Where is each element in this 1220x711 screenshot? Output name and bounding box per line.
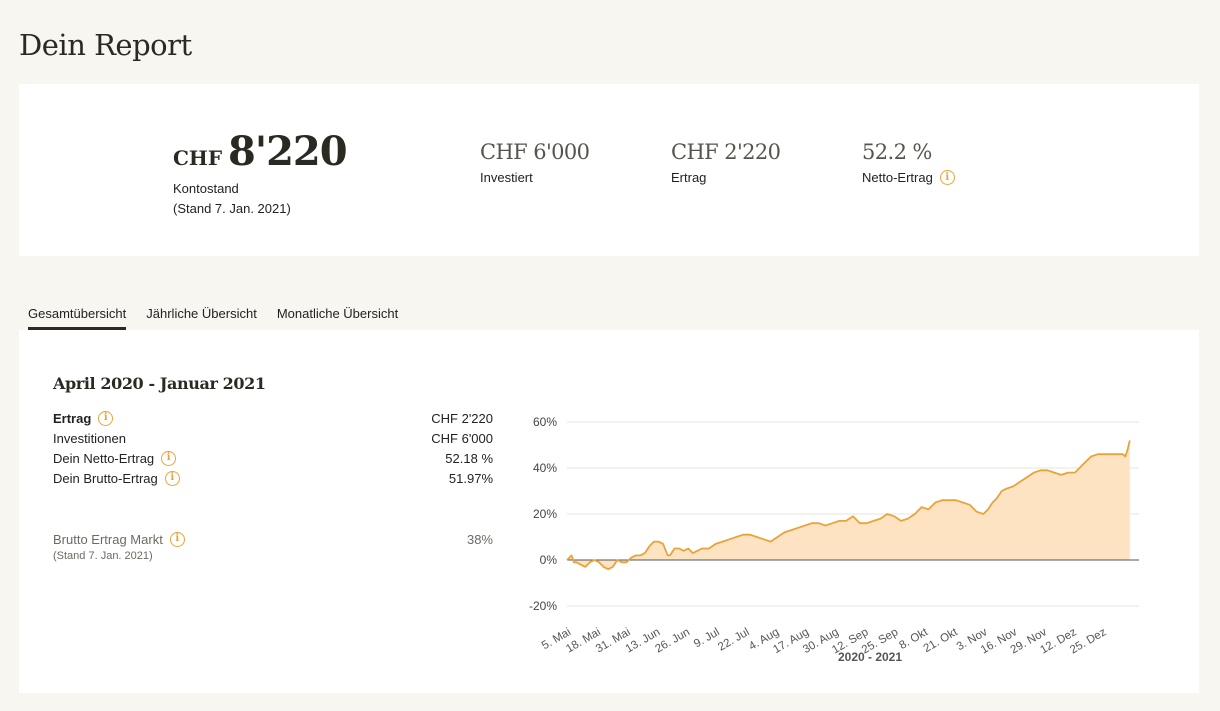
info-icon[interactable]: i	[98, 410, 114, 426]
stat-value: CHF 6'000	[431, 430, 493, 446]
stat-label: Dein Brutto-Ertrag	[53, 470, 158, 486]
invested-label: Investiert	[480, 170, 533, 185]
net-return-label: Netto-Ertrag	[862, 170, 933, 185]
period-title: April 2020 - Januar 2021	[53, 374, 266, 393]
market-label: Brutto Ertrag Markt	[53, 531, 163, 547]
market-date: (Stand 7. Jan. 2021)	[53, 550, 153, 562]
market-return: Brutto Ertrag Markt i 38% (Stand 7. Jan. …	[53, 529, 493, 562]
stat-row-investments: Investitionen CHF 6'000	[53, 428, 493, 448]
tab-monthly[interactable]: Monatliche Übersicht	[277, 306, 398, 331]
invested-kpi: CHF 6'000 Investiert	[480, 140, 590, 185]
x-tick-label: 26. Jun	[653, 626, 692, 655]
info-icon[interactable]: i	[161, 450, 177, 466]
summary-card: CHF 8'220 Kontostand (Stand 7. Jan. 2021…	[19, 84, 1199, 256]
market-value: 38%	[466, 531, 493, 547]
x-tick-label: 22. Jul	[716, 626, 751, 653]
y-tick-label: -20%	[529, 599, 557, 613]
stat-label: Investitionen	[53, 430, 126, 446]
account-balance: CHF 8'220 Kontostand (Stand 7. Jan. 2021…	[173, 128, 348, 219]
balance-date: (Stand 7. Jan. 2021)	[173, 201, 291, 216]
y-tick-label: 40%	[533, 461, 557, 475]
balance-currency: CHF	[173, 146, 223, 170]
stat-label: Dein Netto-Ertrag	[53, 450, 155, 466]
x-axis-title: 2020 - 2021	[838, 650, 902, 664]
invested-value: CHF 6'000	[480, 140, 590, 164]
info-icon[interactable]: i	[169, 531, 185, 547]
area-fill	[567, 440, 1130, 570]
report-tabs: Gesamtübersicht Jährliche Übersicht Mona…	[28, 306, 418, 331]
earnings-label: Ertrag	[671, 170, 707, 185]
info-icon[interactable]: i	[164, 470, 180, 486]
stats-list: Ertrag i CHF 2'220 Investitionen CHF 6'00…	[53, 408, 493, 488]
net-return-value: 52.2 %	[862, 140, 932, 164]
y-tick-label: 0%	[540, 553, 558, 567]
y-tick-label: 20%	[533, 507, 557, 521]
earnings-kpi: CHF 2'220 Ertrag	[671, 140, 781, 185]
tab-yearly[interactable]: Jährliche Übersicht	[146, 306, 257, 331]
x-tick-label: 21. Okt	[922, 626, 961, 655]
tab-overall[interactable]: Gesamtübersicht	[28, 306, 127, 331]
page-title: Dein Report	[19, 28, 192, 62]
earnings-value: CHF 2'220	[671, 140, 781, 164]
info-icon[interactable]: i	[939, 170, 955, 185]
stat-value: CHF 2'220	[431, 410, 493, 426]
stat-label: Ertrag	[53, 410, 92, 426]
y-tick-label: 60%	[533, 415, 557, 429]
stat-value: 51.97%	[448, 470, 493, 486]
stat-row-earnings: Ertrag i CHF 2'220	[53, 408, 493, 428]
stat-row-gross-return: Dein Brutto-Ertrag i 51.97%	[53, 468, 493, 488]
net-return-kpi: 52.2 % Netto-Ertrag i	[862, 140, 955, 185]
balance-value: 8'220	[228, 128, 348, 175]
stat-row-net-return: Dein Netto-Ertrag i 52.18 %	[53, 448, 493, 468]
performance-chart: 60%40%20%0%-20%5. Mai18. Mai31. Mai13. J…	[529, 415, 1139, 664]
balance-label: Kontostand	[173, 181, 239, 196]
overview-card: April 2020 - Januar 2021 Ertrag i CHF 2'2…	[19, 330, 1199, 693]
stat-value: 52.18 %	[445, 450, 493, 466]
